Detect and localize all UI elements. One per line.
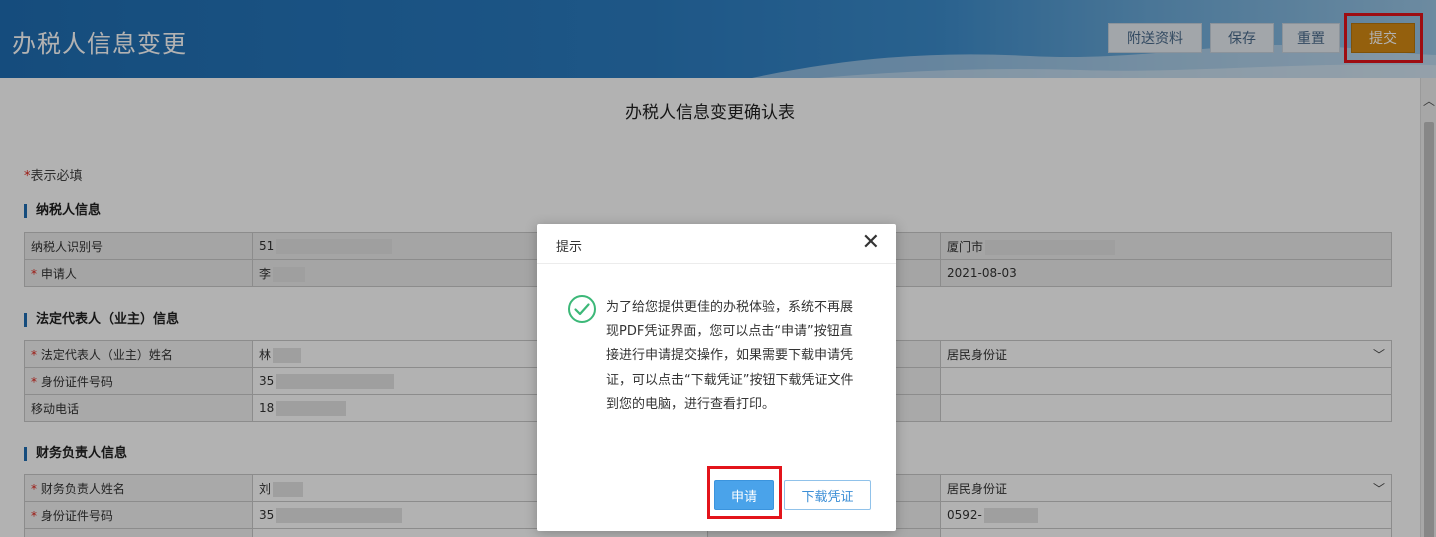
prompt-dialog: 提示 ✕ 为了给您提供更佳的办税体验，系统不再展现PDF凭证界面，您可以点击“申… [537, 224, 896, 531]
dialog-title: 提示 [556, 240, 583, 255]
dialog-message: 为了给您提供更佳的办税体验，系统不再展现PDF凭证界面，您可以点击“申请”按钮直… [606, 300, 854, 412]
dialog-header: 提示 ✕ [537, 224, 896, 264]
apply-button[interactable]: 申请 [714, 480, 774, 510]
check-circle-icon [568, 295, 596, 323]
download-voucher-button[interactable]: 下载凭证 [784, 480, 871, 510]
close-icon[interactable]: ✕ [862, 232, 880, 254]
